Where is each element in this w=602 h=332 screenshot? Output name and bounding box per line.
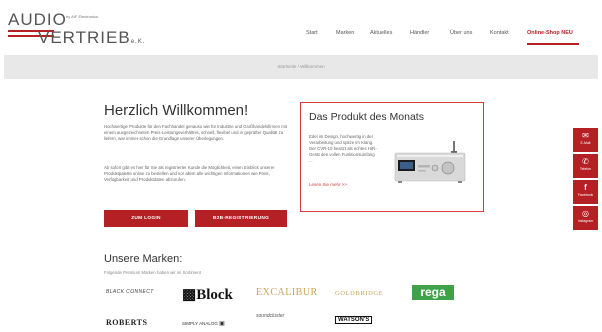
- side-email-label: E-Mail: [580, 141, 591, 145]
- welcome-title: Herzlich Willkommen!: [104, 102, 249, 119]
- brand-simply-analog-label: SIMPLY ANALOG: [182, 321, 218, 326]
- mail-icon: ✉: [582, 131, 589, 140]
- brand-block[interactable]: ▩Block: [182, 285, 233, 304]
- product-of-month-title: Das Produkt des Monats: [309, 111, 424, 123]
- side-facebook-label: Facebook: [577, 193, 594, 197]
- side-phone-label: Telefon: [579, 167, 592, 171]
- brand-rega[interactable]: rega: [412, 285, 454, 300]
- welcome-intro: Hochwertige Produkte für den Fachhandel …: [104, 124, 287, 141]
- breadcrumb-band: Startseite / Willkommen: [4, 55, 598, 79]
- side-instagram-label: Instagram: [577, 219, 594, 223]
- nav-kontakt[interactable]: Kontakt: [490, 30, 509, 36]
- simply-analog-box-icon: ▣: [219, 321, 225, 327]
- nav-aktuelles[interactable]: Aktuelles: [370, 30, 392, 36]
- welcome-intro-2: Ab sofort gibt es hier für Sie als regis…: [104, 165, 275, 182]
- brand-soundcluster[interactable]: soundcluster: [256, 313, 284, 319]
- nav-haendler[interactable]: Händler: [410, 30, 429, 36]
- brands-subtitle: Folgende Premium Marken haben wir im Sor…: [104, 270, 201, 275]
- instagram-icon: ◎: [582, 209, 589, 218]
- brand-excalibur[interactable]: EXCALIBUR: [256, 287, 318, 298]
- nav-start[interactable]: Start: [306, 30, 318, 36]
- side-facebook-button[interactable]: f Facebook: [573, 180, 598, 204]
- breadcrumb: Startseite / Willkommen: [277, 64, 325, 69]
- logo-audio-text: AUDIO: [8, 10, 67, 29]
- brand-block-label: Block: [196, 287, 233, 303]
- main-nav: Start Marken Aktuelles Händler Über uns …: [0, 30, 602, 45]
- brand-watsons[interactable]: WATSON'S: [335, 316, 373, 324]
- product-of-month-text: Edel im Design, hochwertig in der Verarb…: [309, 134, 377, 163]
- nav-ueber-uns[interactable]: Über uns: [450, 30, 472, 36]
- brand-simply-analog[interactable]: SIMPLY ANALOG ▣: [182, 320, 225, 327]
- side-phone-button[interactable]: ✆ Telefon: [573, 154, 598, 178]
- brand-goldbridge[interactable]: GOLDBRIDGE: [335, 290, 383, 297]
- b2b-registration-button[interactable]: B2B-REGISTRIERUNG: [195, 210, 287, 227]
- brands-title: Unsere Marken:: [104, 253, 183, 265]
- nav-active-underline: [527, 43, 579, 45]
- nav-marken[interactable]: Marken: [336, 30, 354, 36]
- side-instagram-button[interactable]: ◎ Instagram: [573, 206, 598, 230]
- brand-black-connect[interactable]: BLACK CONNECT: [106, 290, 154, 295]
- logo-tagline: by AIF Electronics: [66, 14, 99, 19]
- login-button[interactable]: ZUM LOGIN: [104, 210, 188, 227]
- brand-roberts[interactable]: ROBERTS: [106, 318, 147, 327]
- facebook-icon: f: [584, 183, 587, 192]
- block-cube-icon: ▩: [182, 287, 197, 303]
- nav-online-shop[interactable]: Online-Shop NEU: [527, 30, 573, 36]
- product-read-more-link[interactable]: Lesen Sie mehr >>: [309, 182, 347, 187]
- phone-icon: ✆: [582, 157, 589, 166]
- product-of-month-box: Das Produkt des Monats Edel im Design, h…: [300, 102, 484, 212]
- side-email-button[interactable]: ✉ E-Mail: [573, 128, 598, 152]
- product-image[interactable]: [393, 139, 467, 185]
